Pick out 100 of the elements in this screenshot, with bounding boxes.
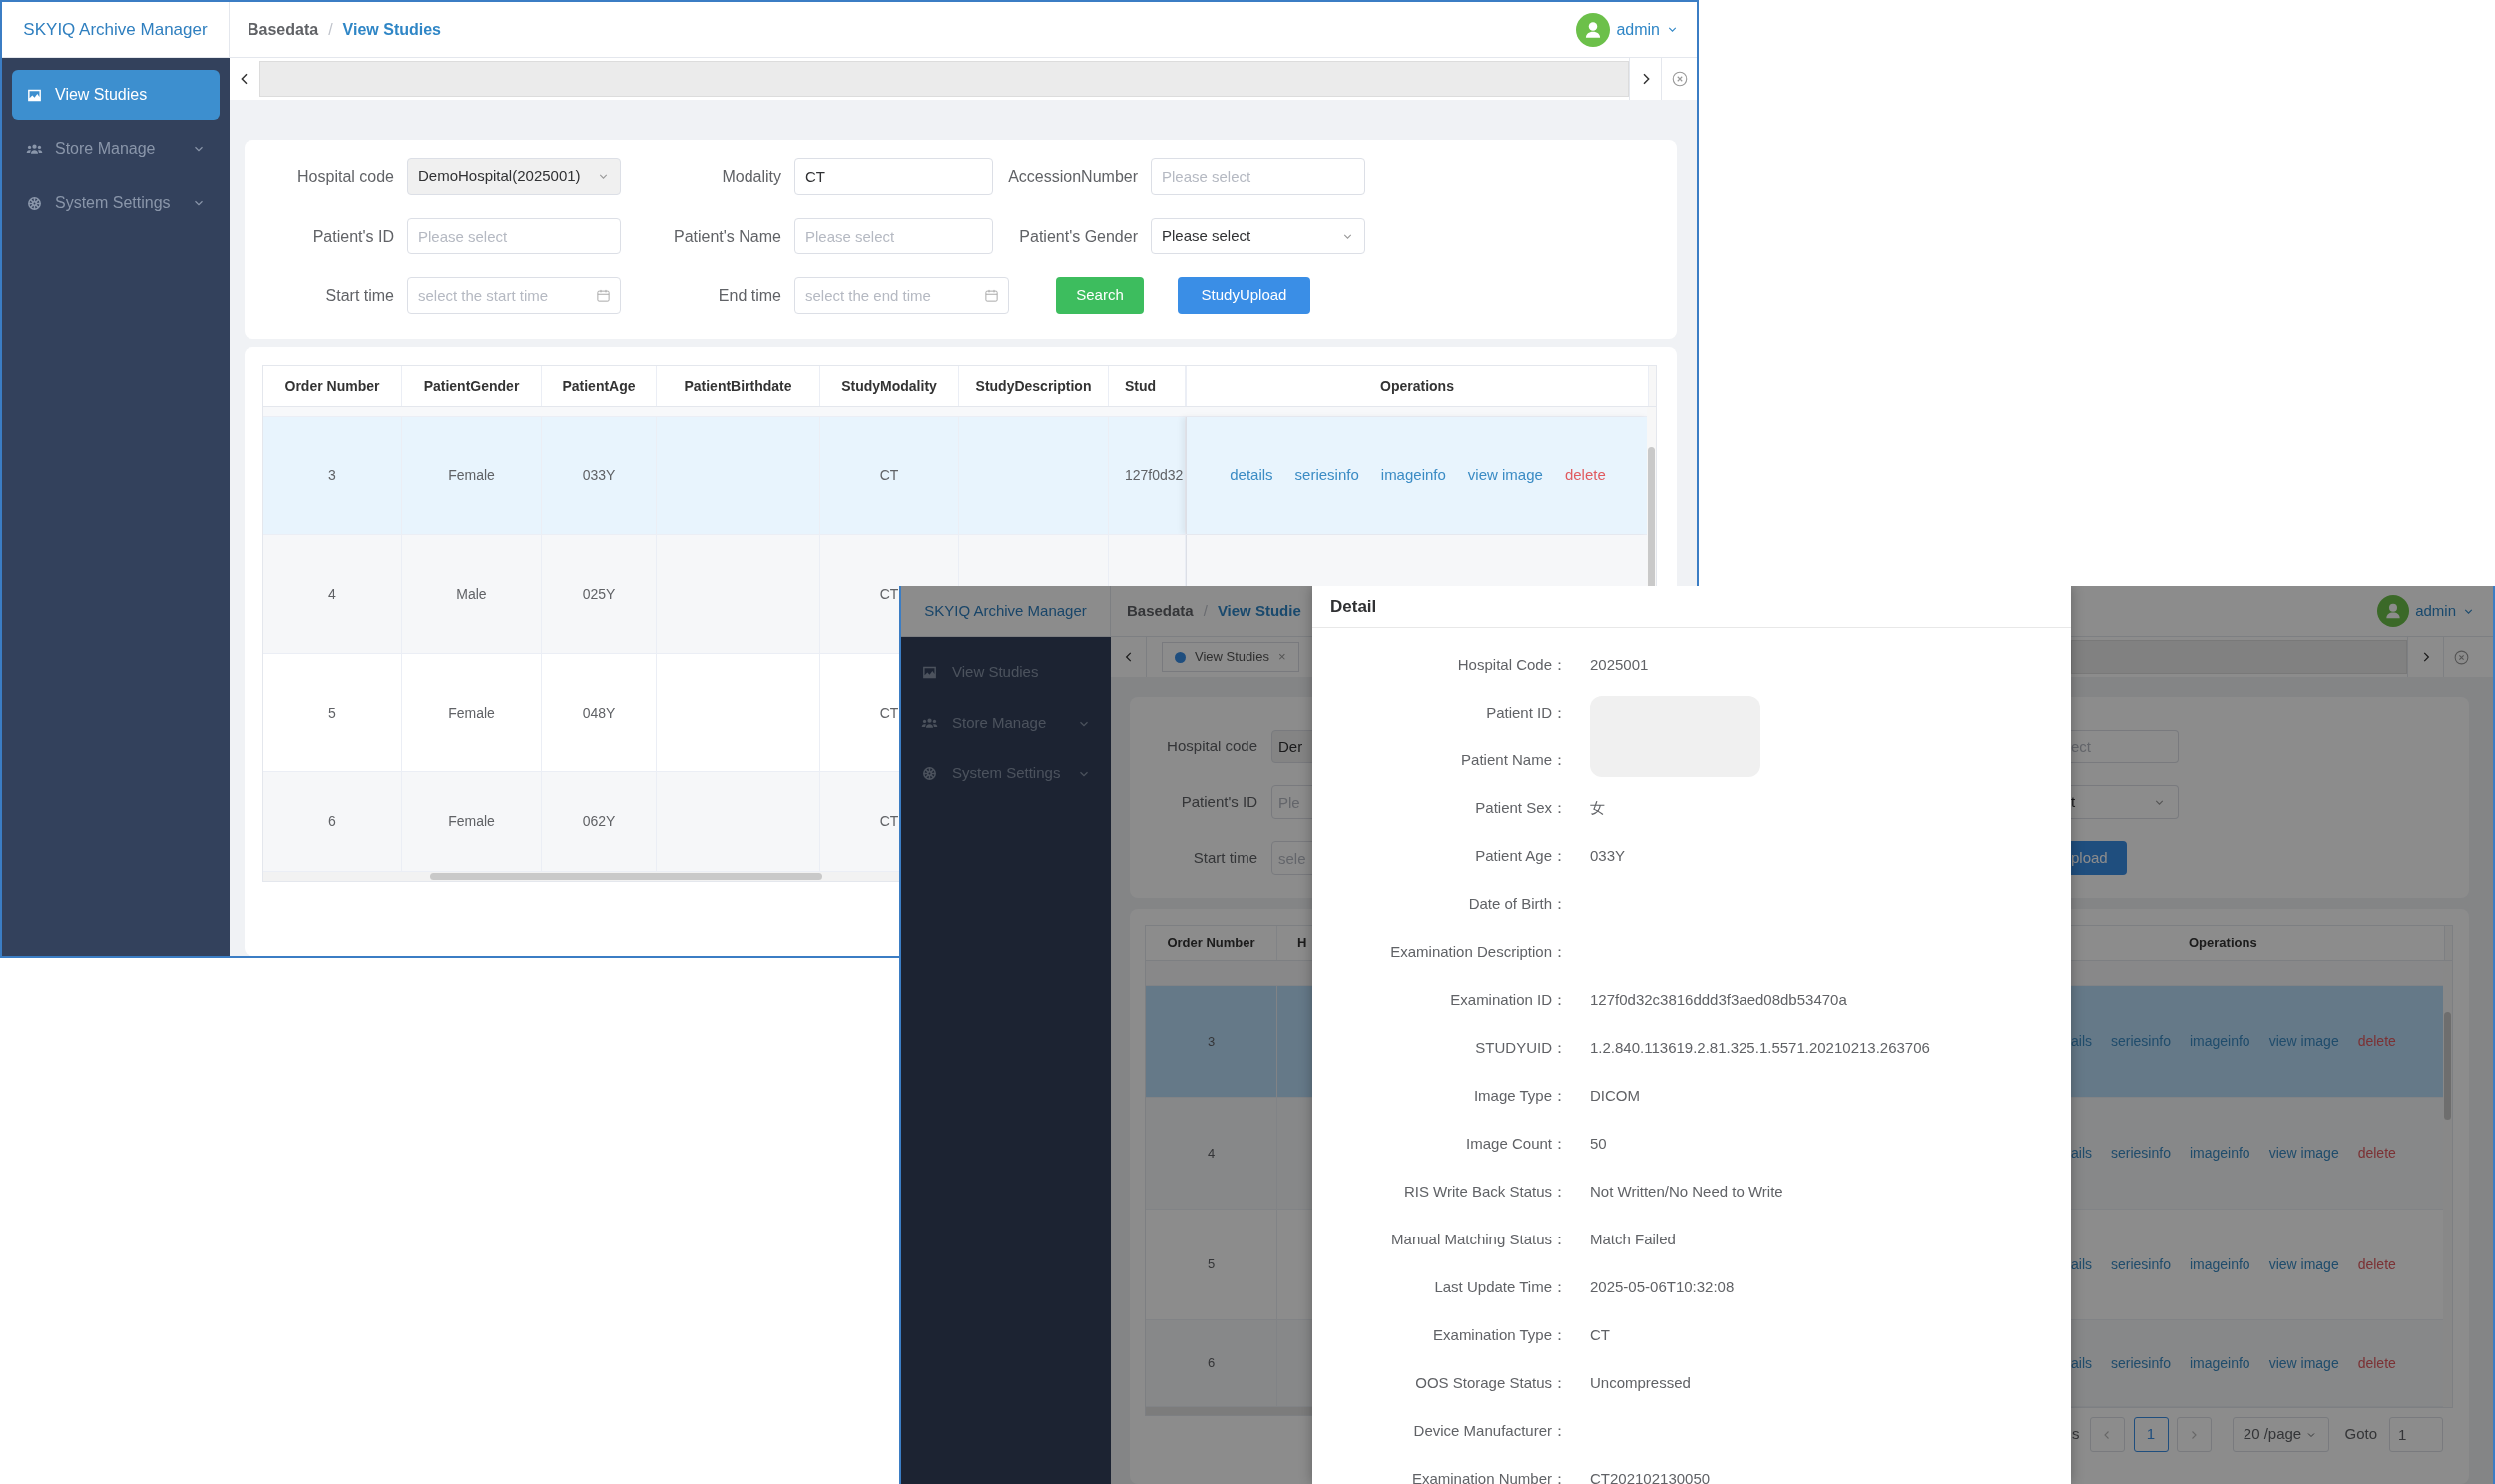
detail-value: 033Y bbox=[1590, 845, 1626, 866]
column-header: Operations bbox=[2189, 934, 2257, 953]
table-cell-text: 025Y bbox=[582, 584, 616, 604]
action-link[interactable]: ails bbox=[2071, 1253, 2092, 1275]
sidebar-item[interactable]: View Studies bbox=[12, 70, 220, 120]
table-cell-text: Female bbox=[448, 466, 495, 485]
table-cell-text: 4 bbox=[1207, 1144, 1216, 1163]
detail-label: Device Manufacturer： bbox=[1413, 1421, 1567, 1439]
column-header: PatientGender bbox=[423, 376, 520, 396]
prev-page-button[interactable] bbox=[2089, 1417, 2125, 1452]
detail-value: 2025001 bbox=[1590, 654, 1649, 675]
action-link[interactable]: imageinfo bbox=[2189, 1031, 2250, 1052]
table-cell-text: Female bbox=[448, 703, 495, 723]
date-field[interactable]: select the end time bbox=[794, 277, 1009, 314]
date-field[interactable]: select the start time bbox=[407, 277, 621, 314]
breadcrumb-current: View Studies bbox=[342, 19, 441, 40]
detail-value: Match Failed bbox=[1590, 1229, 1676, 1249]
avatar-icon bbox=[2377, 595, 2410, 627]
detail-label: Image Count： bbox=[1466, 1134, 1567, 1152]
action-link[interactable]: ails bbox=[2071, 1143, 2092, 1164]
action-link[interactable]: seriesinfo bbox=[2111, 1031, 2171, 1052]
action-link[interactable]: imageinfo bbox=[2189, 1352, 2250, 1374]
sidebar-item[interactable]: Store Manage bbox=[12, 124, 220, 174]
scrollbar[interactable] bbox=[430, 873, 822, 880]
user-menu[interactable]: admin bbox=[1576, 12, 1679, 47]
field-label: End time bbox=[718, 286, 781, 304]
action-link[interactable]: view image bbox=[2268, 1253, 2339, 1275]
tab-close[interactable]: × bbox=[1277, 647, 1286, 667]
detail-label: Last Update Time： bbox=[1434, 1277, 1567, 1295]
detail-label: Manual Matching Status： bbox=[1391, 1230, 1567, 1247]
action-link[interactable]: imageinfo bbox=[2189, 1253, 2250, 1275]
field-label: Patient's ID bbox=[312, 227, 394, 245]
picture-icon bbox=[921, 664, 938, 681]
select-field[interactable]: Please select bbox=[1151, 218, 1365, 254]
detail-label: Image Type： bbox=[1473, 1086, 1567, 1104]
action-link[interactable]: details bbox=[1230, 464, 1273, 487]
breadcrumb-current: View Studie bbox=[1217, 600, 1301, 621]
action-link[interactable]: view image bbox=[1467, 464, 1543, 487]
breadcrumb-link[interactable]: Basedata bbox=[248, 17, 319, 42]
table-cell-text: 127f0d32 bbox=[1125, 466, 1184, 485]
gear-icon bbox=[921, 765, 938, 782]
field-label: Modality bbox=[722, 167, 781, 185]
action-link[interactable]: view image bbox=[2268, 1143, 2339, 1164]
field-label: Patient's Name bbox=[674, 227, 781, 245]
close-icon bbox=[2453, 648, 2470, 666]
table-cell-text: 6 bbox=[1207, 1354, 1216, 1373]
action-link[interactable]: seriesinfo bbox=[1294, 464, 1359, 487]
detail-label: OOS Storage Status： bbox=[1415, 1373, 1567, 1391]
input-field[interactable]: CT bbox=[794, 158, 993, 195]
table-cell-text: CT bbox=[879, 584, 899, 604]
detail-label: RIS Write Back Status： bbox=[1403, 1182, 1567, 1200]
field-label: Hospital code bbox=[297, 167, 394, 185]
action-link[interactable]: ails bbox=[2071, 1352, 2092, 1374]
input-field[interactable]: Der bbox=[1271, 730, 1312, 763]
next-page-button[interactable] bbox=[2176, 1417, 2212, 1452]
delete-link[interactable]: delete bbox=[1564, 464, 1606, 487]
sidebar-item[interactable]: System Settings bbox=[12, 178, 220, 228]
action-link[interactable]: imageinfo bbox=[2189, 1143, 2250, 1164]
column-header: Stud bbox=[1125, 376, 1157, 396]
upload-button[interactable]: pload bbox=[2071, 841, 2127, 875]
detail-value: CT bbox=[1590, 1324, 1610, 1345]
delete-link[interactable]: delete bbox=[2357, 1143, 2396, 1164]
input-field[interactable]: Please select bbox=[794, 218, 993, 254]
delete-link[interactable]: delete bbox=[2357, 1031, 2396, 1052]
table-cell-text: 5 bbox=[1207, 1255, 1216, 1274]
input-field[interactable]: Please select bbox=[407, 218, 621, 254]
scrollbar[interactable] bbox=[2444, 1012, 2451, 1120]
input-field[interactable]: Please select bbox=[1151, 158, 1365, 195]
table-cell-text: CT bbox=[879, 812, 899, 831]
gear-icon bbox=[26, 194, 43, 212]
action-link[interactable]: ails bbox=[2071, 1031, 2092, 1052]
delete-link[interactable]: delete bbox=[2357, 1253, 2396, 1275]
action-link[interactable]: imageinfo bbox=[1380, 464, 1446, 487]
user-menu[interactable]: admin bbox=[2377, 595, 2475, 627]
detail-label: Examination Type： bbox=[1433, 1325, 1567, 1343]
action-link[interactable]: view image bbox=[2268, 1352, 2339, 1374]
goto-input[interactable]: 1 bbox=[2389, 1417, 2444, 1452]
field-label: AccessionNumber bbox=[1008, 167, 1138, 185]
column-header: Order Number bbox=[1167, 934, 1255, 953]
select-field[interactable]: t bbox=[2071, 785, 2179, 819]
action-link[interactable]: seriesinfo bbox=[2111, 1143, 2171, 1164]
action-link[interactable]: seriesinfo bbox=[2111, 1352, 2171, 1374]
table-cell-text: 048Y bbox=[582, 703, 616, 723]
app-title: SKYIQ Archive Manager bbox=[23, 18, 208, 41]
breadcrumb-link[interactable]: Basedata bbox=[1127, 599, 1194, 623]
close-icon bbox=[1670, 70, 1689, 88]
page-size-select[interactable]: 20 /page bbox=[2232, 1417, 2329, 1452]
drawer-title: Detail bbox=[1330, 595, 1377, 618]
column-header: PatientBirthdate bbox=[684, 376, 792, 396]
action-link[interactable]: seriesinfo bbox=[2111, 1253, 2171, 1275]
tab[interactable]: View Studies × bbox=[1162, 642, 1299, 672]
detail-value: 1.2.840.113619.2.81.325.1.5571.20210213.263706 bbox=[1590, 1037, 1930, 1058]
avatar-icon bbox=[1576, 12, 1611, 47]
detail-label: STUDYUID： bbox=[1475, 1038, 1567, 1056]
upload-button[interactable]: StudyUpload bbox=[1178, 277, 1310, 314]
table-cell-text: Female bbox=[448, 812, 495, 831]
action-link[interactable]: view image bbox=[2268, 1031, 2339, 1052]
page-button[interactable]: 1 bbox=[2133, 1417, 2169, 1452]
delete-link[interactable]: delete bbox=[2357, 1352, 2396, 1374]
search-button[interactable]: Search bbox=[1056, 277, 1144, 314]
